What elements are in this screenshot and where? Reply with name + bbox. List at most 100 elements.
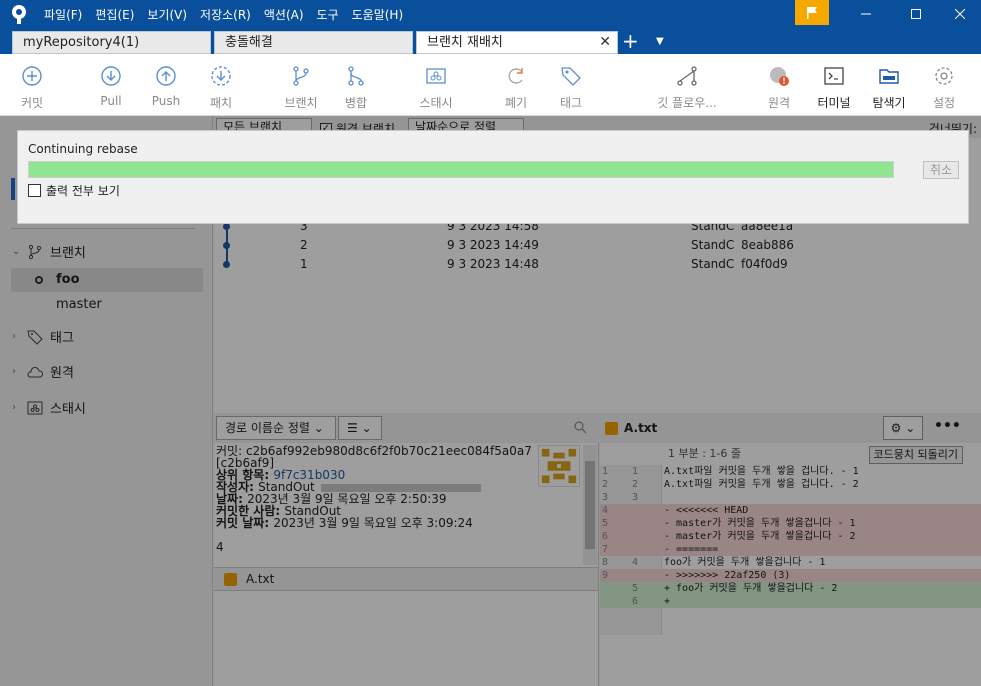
close-window-button[interactable] [937,0,981,28]
tag-label: 태그 [559,96,583,110]
diff-line: 1 1 A.txt파일 커밋을 두개 쌓을 겁니다. - 1 [600,465,981,478]
file-sort-dropdown[interactable]: 경로 이름순 정렬 ⌄ [216,416,336,440]
diff-line-text: A.txt파일 커밋을 두개 쌓을 겁니다. - 1 [664,466,859,477]
commit-author: StandC [691,257,735,271]
commit-date: 9 3 2023 14:48 [447,257,539,271]
new-line-number: 1 [631,466,638,477]
show-output-checkbox[interactable]: 출력 전부 보기 [28,182,120,199]
folder-icon [879,69,899,84]
discard-label: 폐기 [504,96,528,110]
pull-icon [101,66,121,86]
commit-row[interactable]: 1 9 3 2023 14:48 StandC f04f0d9 [214,255,981,274]
search-icon[interactable] [574,421,587,434]
stashes-label: 스태시 [50,402,86,417]
flag-button[interactable] [795,0,829,25]
flag-icon [807,6,817,19]
sidebar-branch-foo[interactable]: foo [11,268,203,292]
menu-file[interactable]: 파일(F) [44,6,82,23]
view-mode-dropdown[interactable]: ☰ ⌄ [338,416,382,440]
scrollbar-thumb[interactable] [585,461,595,549]
git-flow-button[interactable]: 깃 플로우... [652,62,722,111]
maximize-button[interactable] [893,0,939,28]
diff-line: 7 - ======= [600,543,981,556]
progress-fill [29,162,893,177]
tab-myrepository4[interactable]: myRepository4(1) [12,31,211,54]
menu-edit[interactable]: 편집(E) [95,6,134,23]
fetch-button[interactable]: 패치 [189,62,253,111]
cancel-button[interactable]: 취소 [923,161,959,179]
remote-globe-icon [770,67,789,86]
minimize-icon [861,13,871,15]
tab-close-button[interactable]: ✕ [599,32,611,53]
diff-line: 6 + [600,595,981,608]
diff-line-text: - <<<<<<< HEAD [664,505,749,516]
diff-options-button[interactable]: ⚙ ⌄ [883,416,923,440]
sidebar-section-branches[interactable]: ⌄ 브랜치 [12,242,86,261]
revert-hunk-button[interactable]: 코드뭉치 되돌리기 [868,446,963,464]
title-bar: 파일(F) 편집(E) 보기(V) 저장소(R) 액션(A) 도구 도움말(H) [0,0,981,28]
stash-button[interactable]: 스태시 [404,62,468,111]
menu-actions[interactable]: 액션(A) [264,6,304,23]
diff-line: 6 - master가 커밋을 두개 쌓을겁니다 - 2 [600,530,981,543]
stash-icon [426,68,446,84]
changed-file-row[interactable]: A.txt [214,567,598,591]
toolbar: 커밋 Pull Push 패치 브랜치 병합 스태시 폐기 태그 깃 플로우..… [0,54,981,116]
add-tab-button[interactable]: + [622,29,639,53]
tab-rebase[interactable]: 브랜치 재배치 ✕ [416,31,618,54]
sidebar-branch-master[interactable]: master [11,293,203,317]
settings-label: 설정 [932,96,956,110]
tag-icon [27,330,43,345]
merge-button[interactable]: 병합 [324,62,388,111]
cloud-icon [27,366,44,377]
diff-panel: A.txt ⚙ ⌄ ••• 1 부분 : 1-6 줄 코드뭉치 되돌리기 1 1 … [600,413,981,686]
commit-date-value: 2023년 3월 9일 목요일 오후 3:09:24 [273,516,473,530]
menu-tools[interactable]: 도구 [317,6,339,23]
diff-line-text: - >>>>>>> 22af250 (3) [664,570,791,581]
commit-node-icon [223,242,230,249]
branch-icon [28,244,42,259]
details-scrollbar[interactable] [583,445,597,565]
branch-label: 브랜치 [284,96,318,110]
sidebar-section-remotes[interactable]: › 원격 [12,362,74,381]
tab-conflict[interactable]: 충돌해결 [214,31,413,54]
progress-bar [28,161,894,178]
tag-icon [561,67,581,86]
tab-dropdown-button[interactable]: ▼ [656,29,664,55]
current-branch-icon [35,276,43,284]
sidebar-section-stashes[interactable]: › 스태시 [12,398,86,417]
commit-row[interactable]: 2 9 3 2023 14:49 StandC 8eab886 [214,236,981,255]
commit-description: 2 [300,238,308,252]
settings-button[interactable]: 설정 [912,62,976,111]
branch-name: master [56,297,102,312]
commit-hash: 8eab886 [741,238,794,252]
push-icon [156,66,176,86]
diff-line: 33 [600,491,981,504]
push-label: Push [151,94,181,108]
tag-button[interactable]: 태그 [539,62,603,111]
commit-node-icon [223,261,230,268]
dialog-title: Continuing rebase [28,142,138,156]
new-line-number: 4 [631,557,638,568]
old-line-number: 9 [602,570,609,581]
menu-repository[interactable]: 저장소(R) [200,6,251,23]
more-options-icon[interactable]: ••• [934,418,961,434]
sidebar-section-tags[interactable]: › 태그 [12,327,74,346]
explorer-label: 탐색기 [872,96,906,110]
menu-view[interactable]: 보기(V) [147,6,187,23]
old-line-number: 5 [602,518,609,529]
minimize-button[interactable] [843,0,889,28]
menu-help[interactable]: 도움말(H) [352,6,404,23]
stash-label: 스태시 [419,96,453,110]
chevron-right-icon: › [12,331,16,342]
old-line-number: 6 [602,531,609,542]
chevron-down-icon: ⌄ [12,246,21,257]
diff-line-text: foo가 커밋을 두개 쌓을겁니다 - 1 [664,557,826,568]
diff-line-text: + foo가 커밋을 두개 쌓을겁니다 - 2 [664,583,838,594]
old-line-number: 3 [602,492,609,503]
show-output-label: 출력 전부 보기 [46,184,120,198]
diff-line: 8 4 foo가 커밋을 두개 쌓을겁니다 - 1 [600,556,981,569]
diff-line: 5 - master가 커밋을 두개 쌓을겁니다 - 1 [600,517,981,530]
diff-line: 2 2 A.txt파일 커밋을 두개 쌓을 겁니다. - 2 [600,478,981,491]
commit-button[interactable]: 커밋 [0,62,64,111]
hunk-header: 1 부분 : 1-6 줄 코드뭉치 되돌리기 [662,443,981,465]
